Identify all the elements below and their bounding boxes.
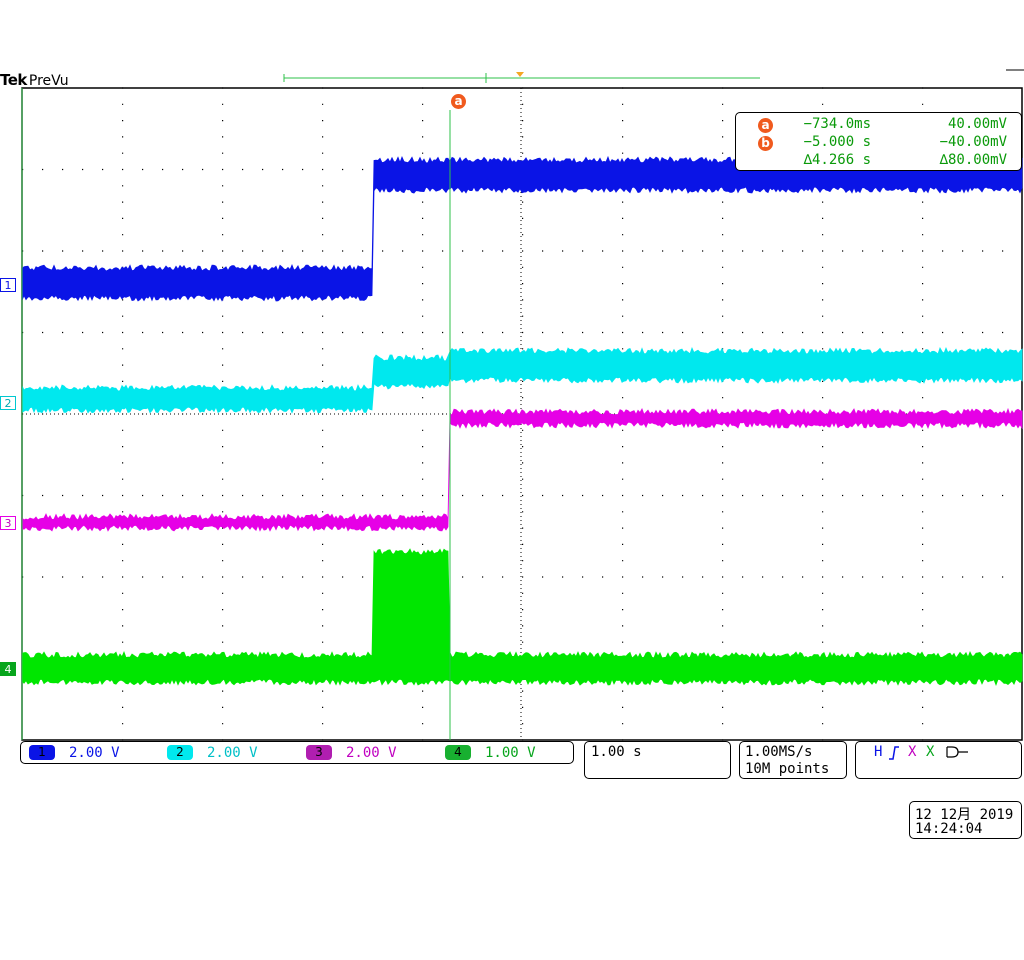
cursor-b-readout: b −5.000 s −40.00mV [736, 134, 1021, 152]
cursor-delta-time: ∆4.266 s [803, 152, 871, 168]
ch2-marker-icon[interactable]: 2 [0, 396, 16, 410]
cursor-a-icon: a [758, 118, 773, 133]
brand-name: Tek [0, 71, 27, 89]
ground-symbol-icon [946, 746, 968, 758]
rising-edge-icon [889, 746, 899, 760]
cursor-a-time: −734.0ms [803, 116, 871, 132]
ch3-scale: 2.00 V [346, 745, 397, 761]
waveforms [21, 155, 1023, 687]
ch4-scale: 1.00 V [485, 745, 536, 761]
channel-status-bar: 1 2.00 V 2 2.00 V 3 2.00 V 4 1.00 V [20, 741, 574, 764]
ch4-badge: 4 [445, 745, 471, 760]
ch3-marker-icon[interactable]: 3 [0, 516, 16, 530]
timebase-scale: 1.00 s [591, 744, 642, 760]
trigger-h-label: H [874, 744, 883, 760]
record-length: 10M points [745, 761, 830, 777]
ch1-waveform [21, 155, 1023, 302]
ch2-status[interactable]: 2 2.00 V [167, 745, 258, 761]
cursor-delta-value: ∆80.00mV [939, 152, 1007, 168]
ch1-scale: 2.00 V [69, 745, 120, 761]
trigger-x-label-2: X [926, 744, 935, 760]
cursor-a-value: 40.00mV [947, 116, 1007, 132]
sampling-panel[interactable]: 1.00MS/s 10M points [739, 741, 847, 779]
cursor-readout-panel: a −734.0ms 40.00mV b −5.000 s −40.00mV ∆… [735, 112, 1022, 171]
ch4-marker-icon[interactable]: 4 [0, 662, 16, 676]
ch1-marker-icon[interactable]: 1 [0, 278, 16, 292]
ch2-badge: 2 [167, 745, 193, 760]
ch2-scale: 2.00 V [207, 745, 258, 761]
ch3-waveform [21, 407, 1023, 532]
ch3-badge: 3 [306, 745, 332, 760]
brand-label: Tek PreVu [0, 70, 69, 89]
ch1-status[interactable]: 1 2.00 V [29, 745, 120, 761]
acquisition-mode: PreVu [28, 73, 69, 89]
sample-rate: 1.00MS/s [745, 744, 813, 760]
cursor-b-icon: b [758, 136, 773, 151]
cursor-a-readout: a −734.0ms 40.00mV [736, 116, 1021, 134]
ch1-badge: 1 [29, 745, 55, 760]
cursor-a-tag-icon[interactable]: a [451, 94, 466, 109]
record-view-bar [283, 72, 760, 83]
trigger-x-label-1: X [908, 744, 917, 760]
time-label: 14:24:04 [915, 821, 983, 837]
ch4-waveform [21, 548, 1023, 687]
timebase-panel[interactable]: 1.00 s [584, 741, 731, 779]
cursor-b-time: −5.000 s [803, 134, 871, 150]
cursor-delta-readout: ∆4.266 s ∆80.00mV [736, 152, 1021, 170]
ch4-status[interactable]: 4 1.00 V [445, 745, 536, 761]
trigger-panel[interactable]: H X X [855, 741, 1022, 779]
ch3-status[interactable]: 3 2.00 V [306, 745, 397, 761]
ch2-waveform [21, 346, 1023, 414]
datetime-panel: 12 12月 2019 14:24:04 [909, 801, 1022, 839]
trigger-position-icon [516, 72, 524, 77]
cursor-b-value: −40.00mV [939, 134, 1007, 150]
